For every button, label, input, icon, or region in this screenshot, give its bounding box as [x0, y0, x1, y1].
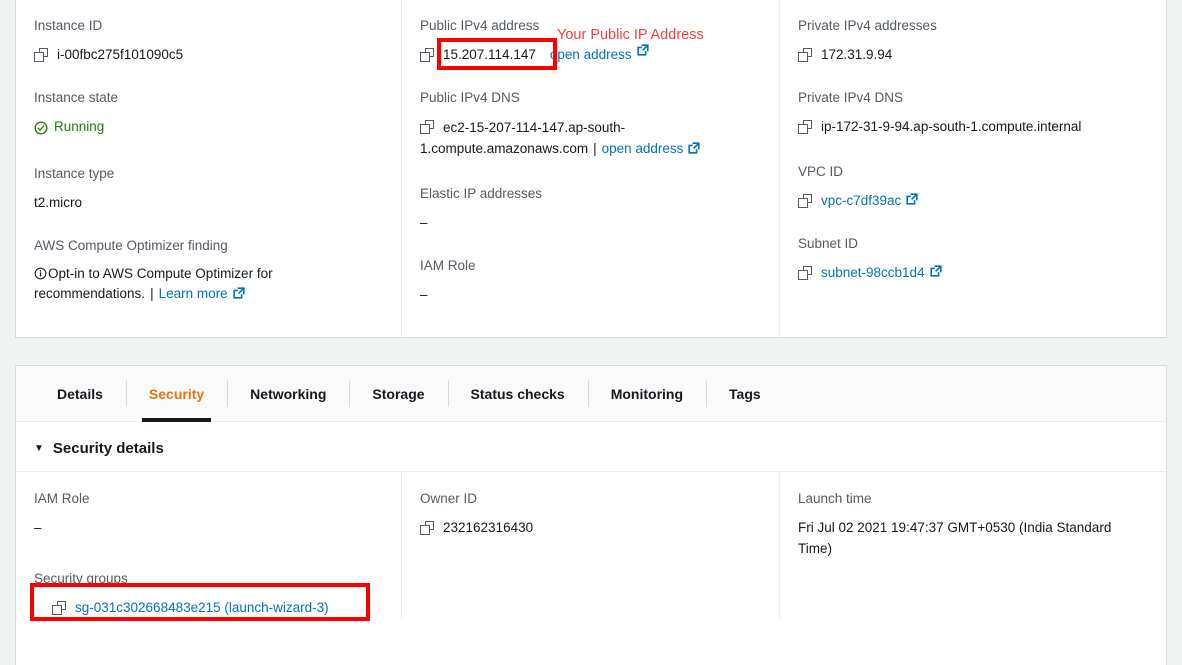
instance-type-text: t2.micro — [34, 194, 83, 210]
field-label: Elastic IP addresses — [420, 186, 543, 201]
field-elastic-ip-addresses: Elastic IP addresses – — [420, 185, 757, 233]
launch-time-text: Fri Jul 02 2021 19:47:37 GMT+0530 (India… — [798, 520, 1112, 556]
security-column-3: Launch time Fri Jul 02 2021 19:47:37 GMT… — [779, 472, 1166, 618]
security-details-header[interactable]: ▼ Security details — [16, 422, 1166, 471]
status-running-icon — [34, 120, 48, 135]
field-label: IAM Role — [420, 258, 476, 273]
iam-role-value: – — [420, 287, 428, 302]
instance-tabs-panel: Details Security Networking Storage Stat… — [15, 365, 1167, 665]
field-label: Public IPv4 DNS — [420, 90, 520, 105]
tab-details[interactable]: Details — [34, 366, 126, 421]
text-separator: | — [593, 141, 597, 156]
status-badge: Running — [34, 116, 104, 137]
copy-icon[interactable] — [798, 120, 812, 134]
field-value: i-00fbc275f101090c5 — [34, 44, 379, 65]
external-link-icon[interactable] — [637, 44, 649, 56]
learn-more-link[interactable]: Learn more — [159, 286, 228, 301]
copy-icon[interactable] — [798, 266, 812, 280]
field-label: Instance type — [34, 165, 115, 181]
info-icon — [34, 266, 47, 279]
field-value: ec2-15-207-114-147.ap-south-1.compute.am… — [420, 116, 757, 159]
external-link-icon[interactable] — [233, 286, 245, 299]
public-ipv4-text: 15.207.114.147 — [443, 47, 536, 62]
instance-id-text: i-00fbc275f101090c5 — [57, 47, 184, 62]
tab-bar: Details Security Networking Storage Stat… — [16, 366, 1166, 422]
field-label: Launch time — [798, 491, 872, 506]
summary-column-3: Private IPv4 addresses 172.31.9.94 Priva… — [779, 0, 1166, 337]
field-security-iam-role: IAM Role – — [34, 490, 379, 538]
field-value: sg-031c302668483e215 (launch-wizard-3) — [34, 597, 379, 618]
field-label: Instance state — [34, 90, 119, 105]
field-label: Instance ID — [34, 18, 103, 33]
copy-icon[interactable] — [798, 48, 812, 62]
tab-monitoring[interactable]: Monitoring — [587, 366, 706, 421]
chevron-down-icon[interactable]: ▼ — [34, 443, 44, 454]
field-private-ipv4-addresses: Private IPv4 addresses 172.31.9.94 — [798, 17, 1144, 65]
open-address-link[interactable]: open address — [602, 141, 684, 156]
external-link-icon[interactable] — [929, 265, 942, 277]
summary-column-1: Instance ID i-00fbc275f101090c5 Instance… — [16, 0, 401, 337]
field-value: 232162316430 — [420, 517, 757, 538]
annotation-public-ip-label: Your Public IP Address — [557, 27, 704, 43]
copy-icon[interactable] — [420, 521, 434, 535]
field-label: IAM Role — [34, 491, 90, 506]
field-label: Private IPv4 DNS — [798, 90, 904, 105]
security-column-1: IAM Role – Security groups sg-031c302668… — [16, 472, 401, 618]
field-label: Subnet ID — [798, 236, 859, 251]
security-iam-role-value: – — [34, 520, 42, 535]
field-label: Owner ID — [420, 491, 478, 506]
tab-security[interactable]: Security — [125, 366, 227, 422]
field-owner-id: Owner ID 232162316430 — [420, 490, 757, 538]
external-link-icon[interactable] — [688, 142, 701, 154]
field-value: ip-172-31-9-94.ap-south-1.compute.intern… — [798, 116, 1144, 137]
summary-column-2: Public IPv4 address 15.207.114.147 open … — [401, 0, 779, 337]
vpc-id-link[interactable]: vpc-c7df39ac — [821, 190, 901, 211]
field-label: Security groups — [34, 571, 128, 586]
summary-columns: Instance ID i-00fbc275f101090c5 Instance… — [16, 0, 1166, 337]
tab-networking[interactable]: Networking — [227, 366, 349, 421]
field-label: AWS Compute Optimizer finding — [34, 237, 228, 253]
field-value: vpc-c7df39ac — [798, 190, 1144, 211]
copy-icon[interactable] — [52, 601, 66, 615]
instance-summary-panel: Instance ID i-00fbc275f101090c5 Instance… — [15, 0, 1167, 338]
copy-icon[interactable] — [34, 48, 48, 62]
copy-icon[interactable] — [420, 48, 434, 62]
text-separator: | — [150, 285, 154, 301]
field-public-ipv4-dns: Public IPv4 DNS ec2-15-207-114-147.ap-so… — [420, 89, 757, 159]
subnet-id-link[interactable]: subnet-98ccb1d4 — [821, 262, 925, 283]
field-instance-state: Instance state Running — [34, 89, 379, 141]
security-group-link[interactable]: sg-031c302668483e215 (launch-wizard-3) — [75, 597, 329, 618]
field-compute-optimizer-finding: AWS Compute Optimizer finding Opt-in to … — [34, 237, 379, 304]
security-details-body: IAM Role – Security groups sg-031c302668… — [16, 471, 1166, 618]
owner-id-text: 232162316430 — [443, 520, 534, 535]
field-value: subnet-98ccb1d4 — [798, 262, 1144, 283]
field-label: VPC ID — [798, 164, 844, 179]
private-dns-text: ip-172-31-9-94.ap-south-1.compute.intern… — [821, 119, 1082, 134]
external-link-icon[interactable] — [906, 193, 918, 205]
field-value: 15.207.114.147 open address — [420, 44, 757, 65]
field-subnet-id: Subnet ID subnet-98ccb1d4 — [798, 235, 1144, 283]
private-ipv4-text: 172.31.9.94 — [821, 47, 893, 62]
tab-tags[interactable]: Tags — [706, 366, 784, 421]
field-security-groups: Security groups sg-031c302668483e215 (la… — [34, 570, 379, 618]
instance-state-text: Running — [54, 119, 105, 134]
field-label: Private IPv4 addresses — [798, 18, 937, 33]
field-private-ipv4-dns: Private IPv4 DNS ip-172-31-9-94.ap-south… — [798, 89, 1144, 137]
field-value: Running — [34, 116, 379, 141]
copy-icon[interactable] — [798, 194, 812, 208]
security-column-2: Owner ID 232162316430 — [401, 472, 779, 618]
field-value: Opt-in to AWS Compute Optimizer for reco… — [34, 264, 379, 304]
field-launch-time: Launch time Fri Jul 02 2021 19:47:37 GMT… — [798, 490, 1144, 559]
copy-icon[interactable] — [420, 120, 434, 134]
field-instance-id: Instance ID i-00fbc275f101090c5 — [34, 17, 379, 65]
field-iam-role-summary: IAM Role – — [420, 257, 757, 305]
elastic-ip-value: – — [420, 215, 428, 230]
field-vpc-id: VPC ID vpc-c7df39ac — [798, 163, 1144, 211]
tab-status-checks[interactable]: Status checks — [447, 366, 588, 421]
security-details-title: Security details — [52, 440, 164, 457]
tab-storage[interactable]: Storage — [349, 366, 447, 421]
field-value: 172.31.9.94 — [798, 44, 1144, 65]
field-instance-type: Instance type t2.micro — [34, 165, 379, 213]
open-address-link[interactable]: open address — [550, 44, 632, 65]
